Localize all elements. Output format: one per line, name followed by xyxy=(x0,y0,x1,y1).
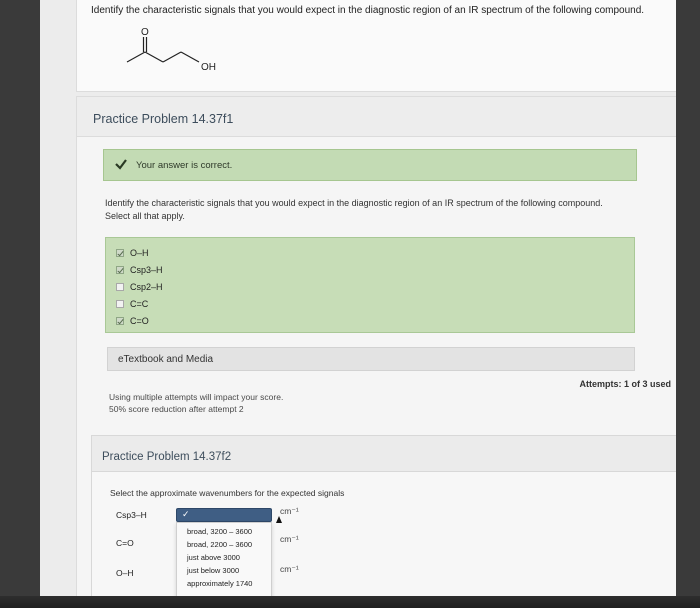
question-text: Identify the characteristic signals that… xyxy=(91,5,645,16)
problem-2-header: Practice Problem 14.37f2 xyxy=(92,436,676,472)
checkbox-checked[interactable] xyxy=(116,266,124,274)
wavenumber-dropdown[interactable]: ✓ xyxy=(176,508,272,522)
attempts-counter: Attempts: 1 of 3 used xyxy=(579,379,671,389)
mouse-cursor-icon xyxy=(276,516,282,523)
screen-edge xyxy=(0,596,700,608)
warning-line-1: Using multiple attempts will impact your… xyxy=(109,392,284,402)
row-label-c-o: C=O xyxy=(116,538,134,548)
answer-options: O–H Csp3–H Csp2–H C=C C=O xyxy=(105,237,635,333)
dropdown-option[interactable]: broad, 3200 – 3600 xyxy=(187,527,252,536)
oxygen-label: O xyxy=(141,27,149,38)
row-label-csp3-h: Csp3–H xyxy=(116,510,147,520)
molecule-structure: O OH xyxy=(126,27,216,73)
problem-2-instructions: Select the approximate wavenumbers for t… xyxy=(110,488,345,498)
instruction-line-2: Select all that apply. xyxy=(105,211,185,221)
unit-label: cm⁻¹ xyxy=(280,506,299,516)
attempts-warning: Using multiple attempts will impact your… xyxy=(109,391,283,415)
unit-label: cm⁻¹ xyxy=(280,564,299,574)
dropdown-option[interactable]: just above 3000 xyxy=(187,553,240,562)
option-label: C=C xyxy=(130,299,149,309)
problem-1-title: Practice Problem 14.37f1 xyxy=(93,112,234,126)
hydroxyl-label: OH xyxy=(201,62,216,73)
option-label: Csp2–H xyxy=(130,282,163,292)
page: Identify the characteristic signals that… xyxy=(40,0,676,604)
problem-2-title: Practice Problem 14.37f2 xyxy=(102,451,232,463)
problem-1-header: Practice Problem 14.37f1 xyxy=(77,97,676,137)
problem-1-instructions: Identify the characteristic signals that… xyxy=(105,197,645,223)
option-label: O–H xyxy=(130,248,149,258)
correct-message: Your answer is correct. xyxy=(136,160,233,171)
checkbox-unchecked[interactable] xyxy=(116,300,124,308)
checkmark-icon xyxy=(115,159,127,170)
unit-label: cm⁻¹ xyxy=(280,534,299,544)
checkbox-checked[interactable] xyxy=(116,317,124,325)
checkbox-checked[interactable] xyxy=(116,249,124,257)
option-label: C=O xyxy=(130,316,149,326)
correct-banner: Your answer is correct. xyxy=(103,149,637,181)
row-label-o-h: O–H xyxy=(116,568,134,578)
option-label: Csp3–H xyxy=(130,265,163,275)
etextbook-media-toggle[interactable]: eTextbook and Media xyxy=(107,347,635,371)
dropdown-options-list: broad, 3200 – 3600 broad, 2200 – 3600 ju… xyxy=(176,522,272,602)
practice-problem-1: Practice Problem 14.37f1 Your answer is … xyxy=(76,96,676,604)
dropdown-option[interactable]: broad, 2200 – 3600 xyxy=(187,540,252,549)
selected-check-icon: ✓ xyxy=(182,509,190,519)
checkbox-unchecked[interactable] xyxy=(116,283,124,291)
instruction-line-1: Identify the characteristic signals that… xyxy=(105,198,603,208)
dropdown-option[interactable]: just below 3000 xyxy=(187,566,239,575)
practice-problem-2: Practice Problem 14.37f2 Select the appr… xyxy=(91,435,676,604)
etextbook-label: eTextbook and Media xyxy=(118,354,214,365)
warning-line-2: 50% score reduction after attempt 2 xyxy=(109,404,244,414)
question-card: Identify the characteristic signals that… xyxy=(76,0,676,92)
dropdown-option[interactable]: approximately 1740 xyxy=(187,579,252,588)
